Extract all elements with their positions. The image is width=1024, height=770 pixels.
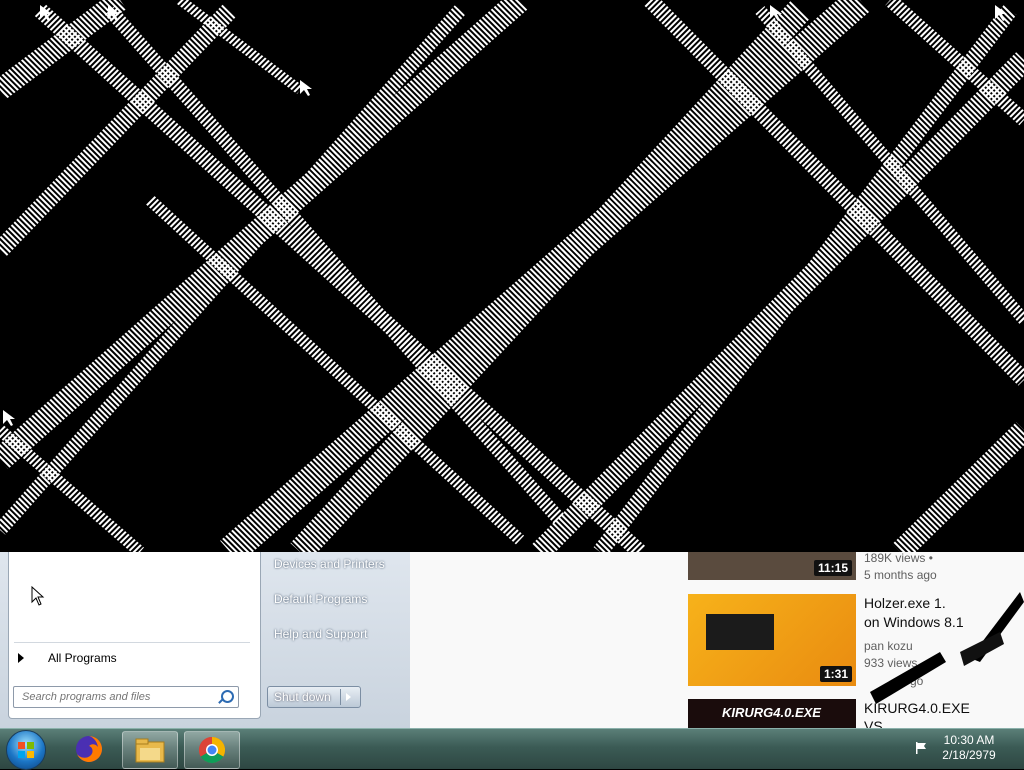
start-search-box[interactable] bbox=[13, 686, 239, 708]
video-thumbnail-3-text: KIRURG4.0.EXE bbox=[722, 705, 821, 720]
clock-date: 2/18/2979 bbox=[942, 748, 996, 762]
video-thumbnail-2-screen bbox=[706, 614, 774, 650]
taskbar-chrome[interactable] bbox=[184, 731, 240, 769]
taskbar-file-explorer[interactable] bbox=[122, 731, 178, 769]
video-thumbnail-1[interactable]: 11:15 bbox=[688, 552, 856, 580]
help-and-support-item[interactable]: Help and Support bbox=[266, 622, 414, 646]
arrow-right-icon bbox=[18, 653, 24, 663]
firefox-icon bbox=[76, 736, 102, 762]
all-programs-label: All Programs bbox=[48, 651, 117, 665]
mouse-cursor-icon bbox=[31, 586, 45, 606]
video-thumbnail-3[interactable]: KIRURG4.0.EXE bbox=[688, 699, 856, 728]
start-menu-separator bbox=[14, 642, 250, 643]
start-button[interactable] bbox=[6, 730, 46, 770]
video-duration-1: 11:15 bbox=[813, 560, 852, 576]
shutdown-divider bbox=[340, 689, 341, 705]
all-programs-button[interactable]: All Programs bbox=[12, 648, 248, 668]
search-icon[interactable] bbox=[221, 690, 234, 703]
video-views-1: 189K views • bbox=[864, 551, 933, 565]
start-menu: All Programs Devices and Printers Defaul… bbox=[0, 552, 411, 728]
taskbar-firefox[interactable] bbox=[62, 731, 116, 767]
shutdown-options-arrow-icon[interactable] bbox=[346, 693, 351, 701]
video-age-1: 5 months ago bbox=[864, 568, 937, 582]
clock-time: 10:30 AM bbox=[943, 733, 995, 747]
shutdown-button[interactable]: Shut down bbox=[267, 686, 361, 708]
video-thumbnail-2[interactable]: 1:31 bbox=[688, 594, 856, 686]
system-clock[interactable]: 10:30 AM 2/18/2979 bbox=[934, 733, 1004, 763]
start-search-input[interactable] bbox=[20, 687, 214, 707]
windows-logo-icon bbox=[18, 742, 34, 758]
browser-page-fragment: 11:15 189K views • 5 months ago 1:31 Hol… bbox=[410, 551, 1024, 734]
glitch-artifact bbox=[870, 592, 1024, 704]
devices-and-printers-item[interactable]: Devices and Printers bbox=[266, 552, 414, 576]
glitched-desktop bbox=[0, 0, 1024, 552]
taskbar: 10:30 AM 2/18/2979 bbox=[0, 728, 1024, 770]
default-programs-item[interactable]: Default Programs bbox=[266, 587, 414, 611]
shutdown-label: Shut down bbox=[274, 690, 331, 704]
action-center-flag-icon[interactable] bbox=[914, 741, 928, 755]
video-duration-2: 1:31 bbox=[819, 666, 852, 682]
file-explorer-icon bbox=[135, 738, 165, 763]
chrome-icon bbox=[198, 736, 226, 764]
